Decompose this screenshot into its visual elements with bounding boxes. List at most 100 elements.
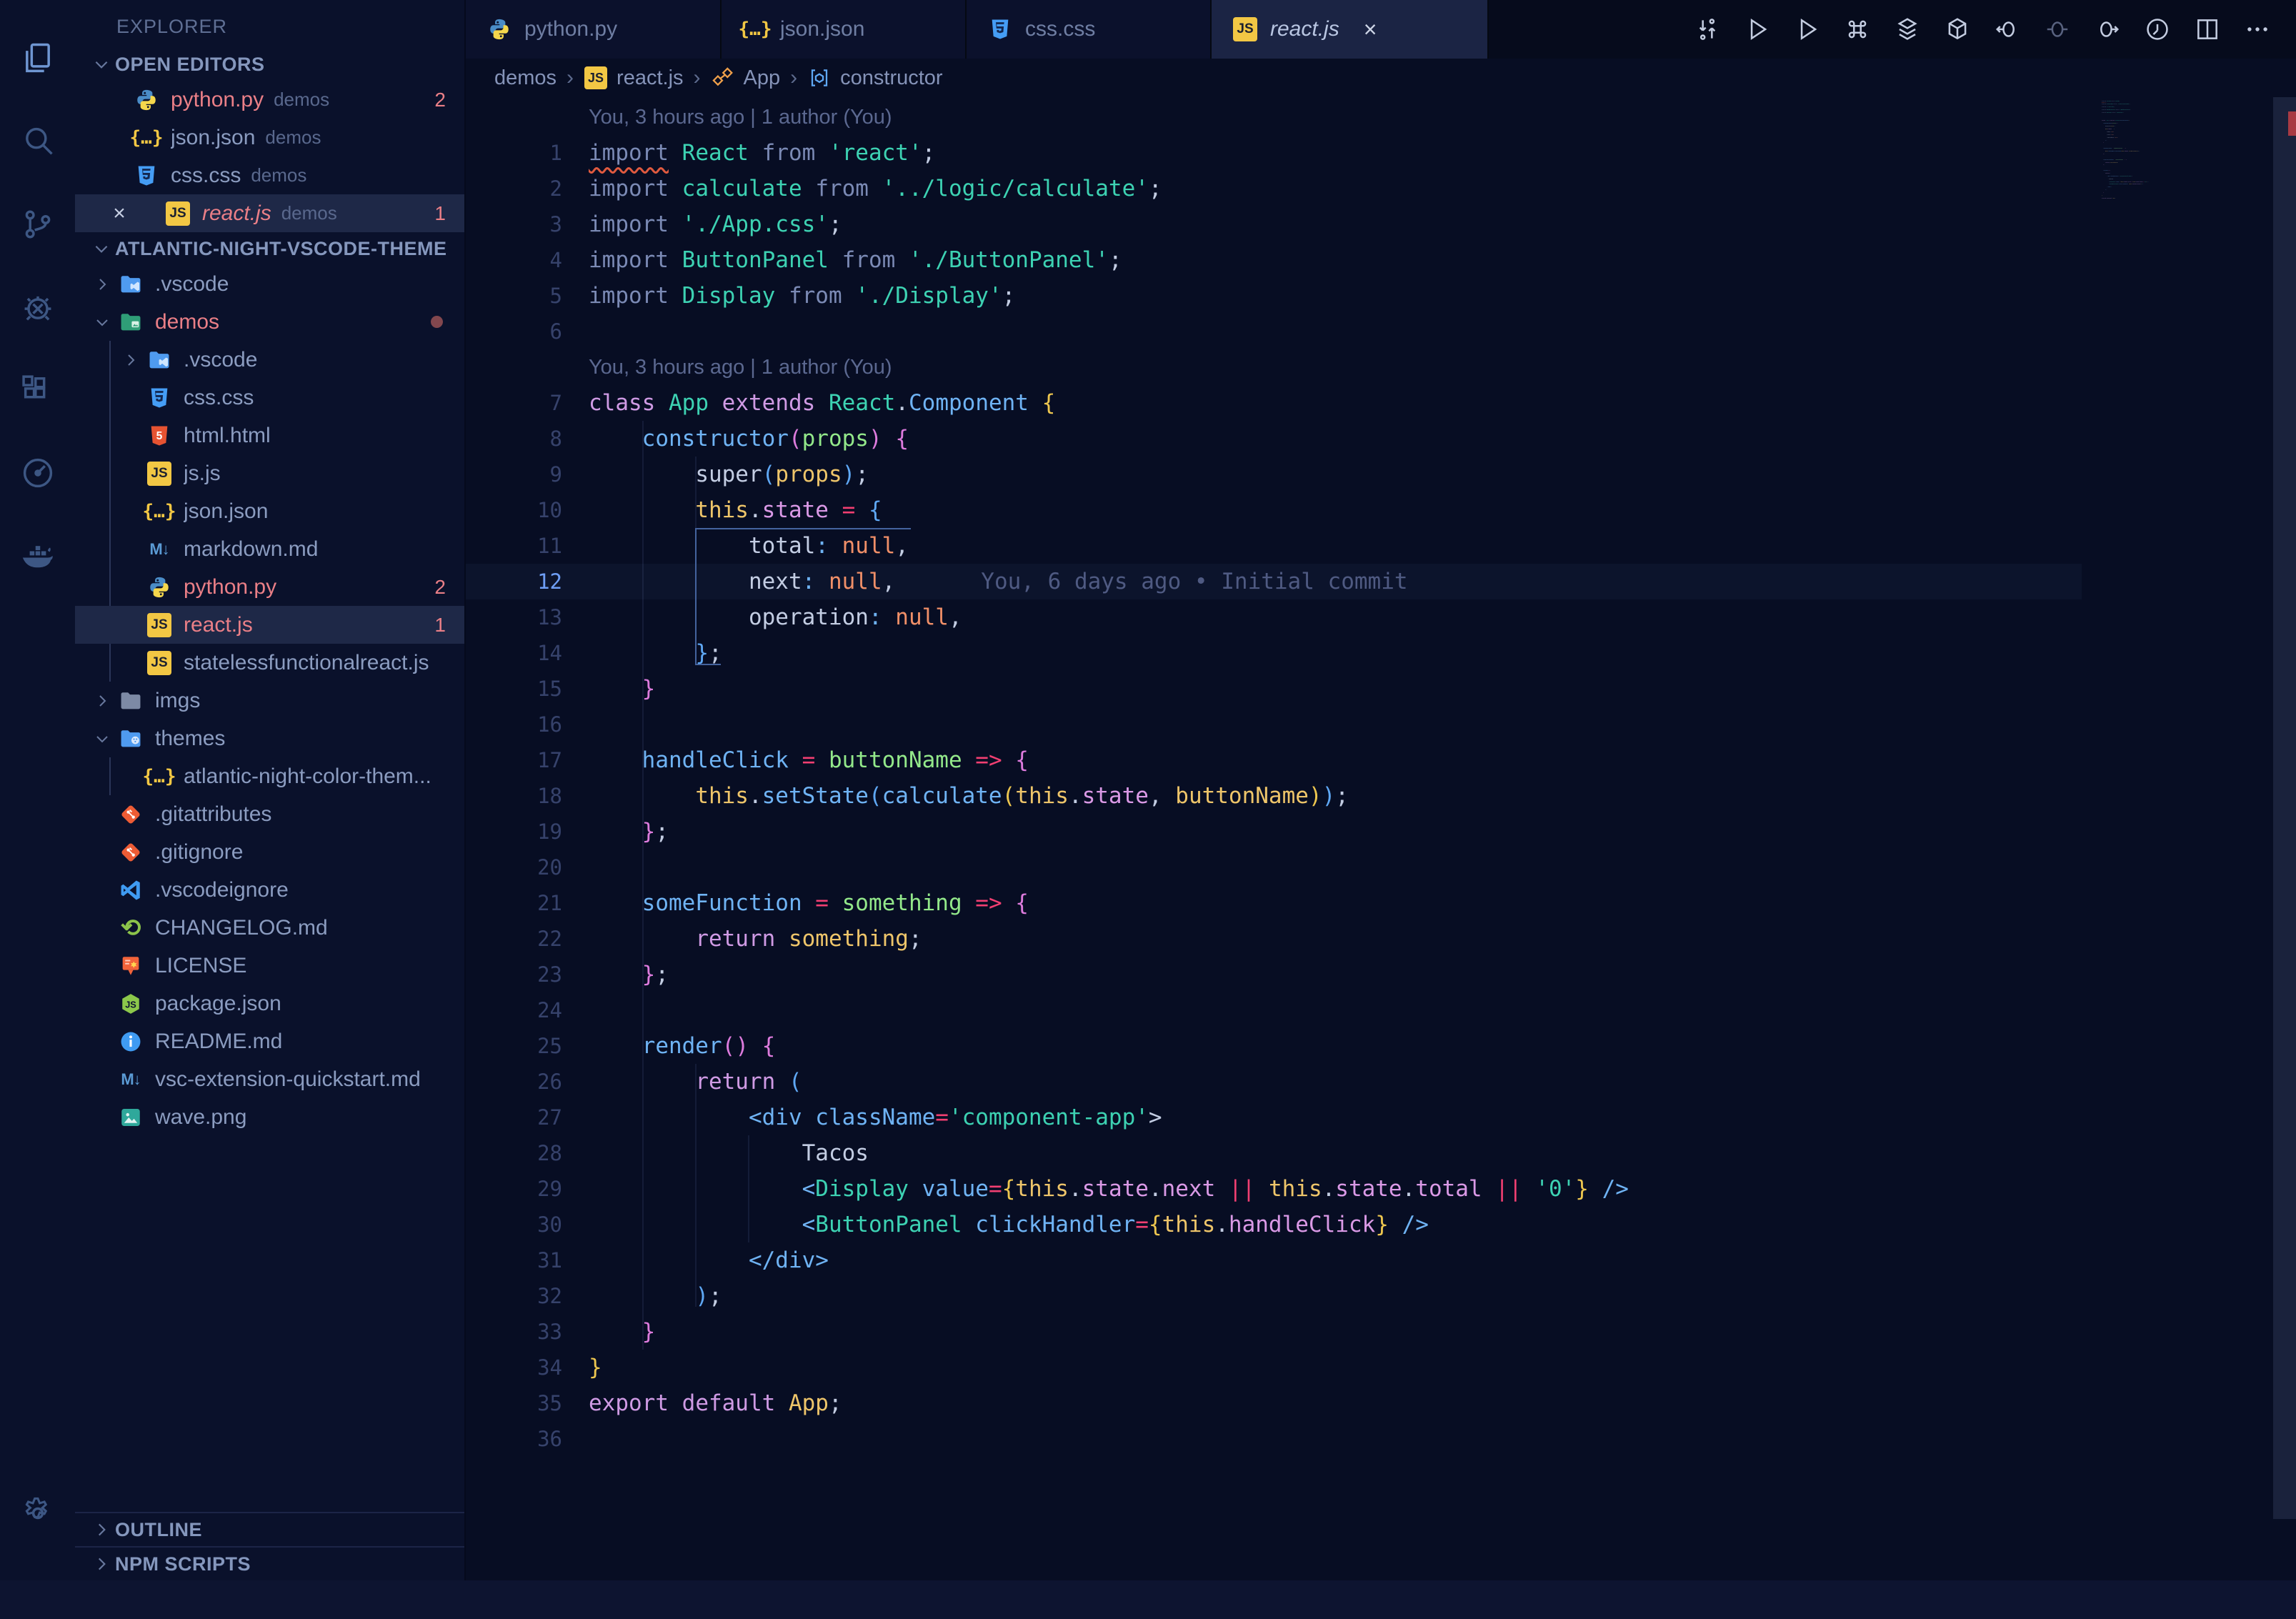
- activity-docker-icon[interactable]: [0, 516, 75, 599]
- activity-source-control-icon[interactable]: [0, 184, 75, 267]
- settings-button[interactable]: [0, 1473, 75, 1556]
- tree-item[interactable]: JS package.json: [75, 985, 464, 1022]
- tree-item[interactable]: .vscode: [75, 341, 464, 379]
- tree-item[interactable]: {…} json.json: [75, 492, 464, 530]
- breadcrumb-App[interactable]: App: [711, 66, 780, 90]
- history-icon[interactable]: [2137, 9, 2177, 49]
- tree-item[interactable]: themes: [75, 719, 464, 757]
- code-line-28[interactable]: 28 Tacos: [466, 1135, 2296, 1171]
- code-line-17[interactable]: 17 handleClick = buttonName => {: [466, 742, 2296, 778]
- command-icon[interactable]: [1837, 9, 1877, 49]
- layers-icon[interactable]: [1887, 9, 1927, 49]
- close-icon[interactable]: ×: [104, 201, 135, 226]
- code-line-3[interactable]: 3import './App.css';: [466, 206, 2296, 242]
- code-line-15[interactable]: 15 }: [466, 671, 2296, 707]
- tab-css.css[interactable]: css.css: [967, 0, 1212, 59]
- open-editor-item[interactable]: css.css demos: [75, 156, 464, 194]
- tab-json.json[interactable]: {…} json.json: [722, 0, 967, 59]
- tree-item[interactable]: .vscode: [75, 265, 464, 303]
- tree-item[interactable]: JS js.js: [75, 454, 464, 492]
- code-line-22[interactable]: 22 return something;: [466, 921, 2296, 957]
- scrollbar-slider[interactable]: [2273, 97, 2296, 1519]
- run-icon[interactable]: [1737, 9, 1777, 49]
- activity-extensions-icon[interactable]: [0, 350, 75, 433]
- tree-item[interactable]: JS react.js 1: [75, 606, 464, 644]
- open-editor-item[interactable]: {…} json.json demos: [75, 119, 464, 156]
- code-line-23[interactable]: 23 };: [466, 957, 2296, 992]
- tree-item[interactable]: demos: [75, 303, 464, 341]
- code-line-7[interactable]: 7class App extends React.Component {: [466, 385, 2296, 421]
- code-line-26[interactable]: 26 return (: [466, 1064, 2296, 1100]
- code-line-10[interactable]: 10 this.state = {: [466, 492, 2296, 528]
- tree-item[interactable]: ⟲ CHANGELOG.md: [75, 909, 464, 947]
- code-line-33[interactable]: 33 }: [466, 1314, 2296, 1350]
- breadcrumb-constructor[interactable]: constructor: [807, 66, 943, 90]
- code-line-16[interactable]: 16: [466, 707, 2296, 742]
- run-alt-icon[interactable]: [1787, 9, 1827, 49]
- code-line-9[interactable]: 9 super(props);: [466, 457, 2296, 492]
- code-line-24[interactable]: 24: [466, 992, 2296, 1028]
- code-line-29[interactable]: 29 <Display value={this.state.next || th…: [466, 1171, 2296, 1207]
- code-line-36[interactable]: 36: [466, 1421, 2296, 1457]
- tab-python.py[interactable]: python.py: [466, 0, 722, 59]
- code-editor[interactable]: You, 3 hours ago | 1 author (You) 1 import…: [466, 97, 2296, 1580]
- code-line-19[interactable]: 19 };: [466, 814, 2296, 850]
- tree-item[interactable]: README.md: [75, 1022, 464, 1060]
- activity-files-icon[interactable]: [0, 19, 75, 101]
- code-line-14[interactable]: 14 };: [466, 635, 2296, 671]
- code-line-4[interactable]: 4import ButtonPanel from './ButtonPanel'…: [466, 242, 2296, 278]
- open-editors-header[interactable]: OPEN EDITORS: [75, 48, 464, 81]
- nav-back-icon[interactable]: [1987, 9, 2027, 49]
- vertical-scrollbar[interactable]: [2273, 97, 2296, 1580]
- code-line-35[interactable]: 35export default App;: [466, 1385, 2296, 1421]
- tree-item[interactable]: {…} atlantic-night-color-them...: [75, 757, 464, 795]
- open-editor-item[interactable]: × JS react.js demos 1: [75, 194, 464, 232]
- code-line-8[interactable]: 8 constructor(props) {: [466, 421, 2296, 457]
- tree-item[interactable]: M↓ markdown.md: [75, 530, 464, 568]
- activity-debug-icon[interactable]: [0, 267, 75, 350]
- circle-icon[interactable]: [2037, 9, 2077, 49]
- code-line-25[interactable]: 25 render() {: [466, 1028, 2296, 1064]
- activity-search-icon[interactable]: [0, 101, 75, 184]
- open-editor-item[interactable]: python.py demos 2: [75, 81, 464, 119]
- tree-item[interactable]: imgs: [75, 682, 464, 719]
- close-icon[interactable]: ×: [1364, 16, 1377, 43]
- tree-item[interactable]: JS statelessfunctionalreact.js: [75, 644, 464, 682]
- tree-item[interactable]: M↓ vsc-extension-quickstart.md: [75, 1060, 464, 1098]
- code-line-32[interactable]: 32 );: [466, 1278, 2296, 1314]
- tree-item[interactable]: python.py 2: [75, 568, 464, 606]
- tree-item[interactable]: css.css: [75, 379, 464, 417]
- code-line-5[interactable]: 5import Display from './Display';: [466, 278, 2296, 314]
- breadcrumb-demos[interactable]: demos: [494, 66, 556, 90]
- sidebar-section-npm-scripts[interactable]: NPM SCRIPTS: [75, 1546, 464, 1580]
- code-line-18[interactable]: 18 this.setState(calculate(this.state, b…: [466, 778, 2296, 814]
- tree-item[interactable]: LICENSE: [75, 947, 464, 985]
- tree-item[interactable]: .vscodeignore: [75, 871, 464, 909]
- project-section-header[interactable]: ATLANTIC-NIGHT-VSCODE-THEME: [75, 232, 464, 265]
- nav-forward-icon[interactable]: [2087, 9, 2127, 49]
- tab-react.js[interactable]: JS react.js ×: [1212, 0, 1489, 59]
- code-line-1[interactable]: 1import React from 'react';: [466, 135, 2296, 171]
- tree-item[interactable]: 5 html.html: [75, 417, 464, 454]
- code-line-21[interactable]: 21 someFunction = something => {: [466, 885, 2296, 921]
- breadcrumb-react.js[interactable]: JS react.js: [584, 66, 684, 90]
- code-line-27[interactable]: 27 <div className='component-app'>: [466, 1100, 2296, 1135]
- code-line-20[interactable]: 20: [466, 850, 2296, 885]
- tree-item[interactable]: .gitignore: [75, 833, 464, 871]
- code-line-13[interactable]: 13 operation: null,: [466, 599, 2296, 635]
- compare-changes-icon[interactable]: [1687, 9, 1727, 49]
- code-line-12[interactable]: 12 next: null,You, 6 days ago • Initial …: [466, 564, 2296, 599]
- tree-item[interactable]: .gitattributes: [75, 795, 464, 833]
- code-line-34[interactable]: 34}: [466, 1350, 2296, 1385]
- code-line-31[interactable]: 31 </div>: [466, 1242, 2296, 1278]
- code-line-11[interactable]: 11 total: null,: [466, 528, 2296, 564]
- code-line-6[interactable]: 6: [466, 314, 2296, 349]
- activity-live-share-icon[interactable]: [0, 433, 75, 516]
- tree-item[interactable]: wave.png: [75, 1098, 464, 1136]
- code-line-2[interactable]: 2import calculate from '../logic/calcula…: [466, 171, 2296, 206]
- split-editor-icon[interactable]: [2187, 9, 2227, 49]
- code-line-30[interactable]: 30 <ButtonPanel clickHandler={this.handl…: [466, 1207, 2296, 1242]
- more-actions-icon[interactable]: [2237, 9, 2277, 49]
- sidebar-section-outline[interactable]: OUTLINE: [75, 1512, 464, 1546]
- box-icon[interactable]: [1937, 9, 1977, 49]
